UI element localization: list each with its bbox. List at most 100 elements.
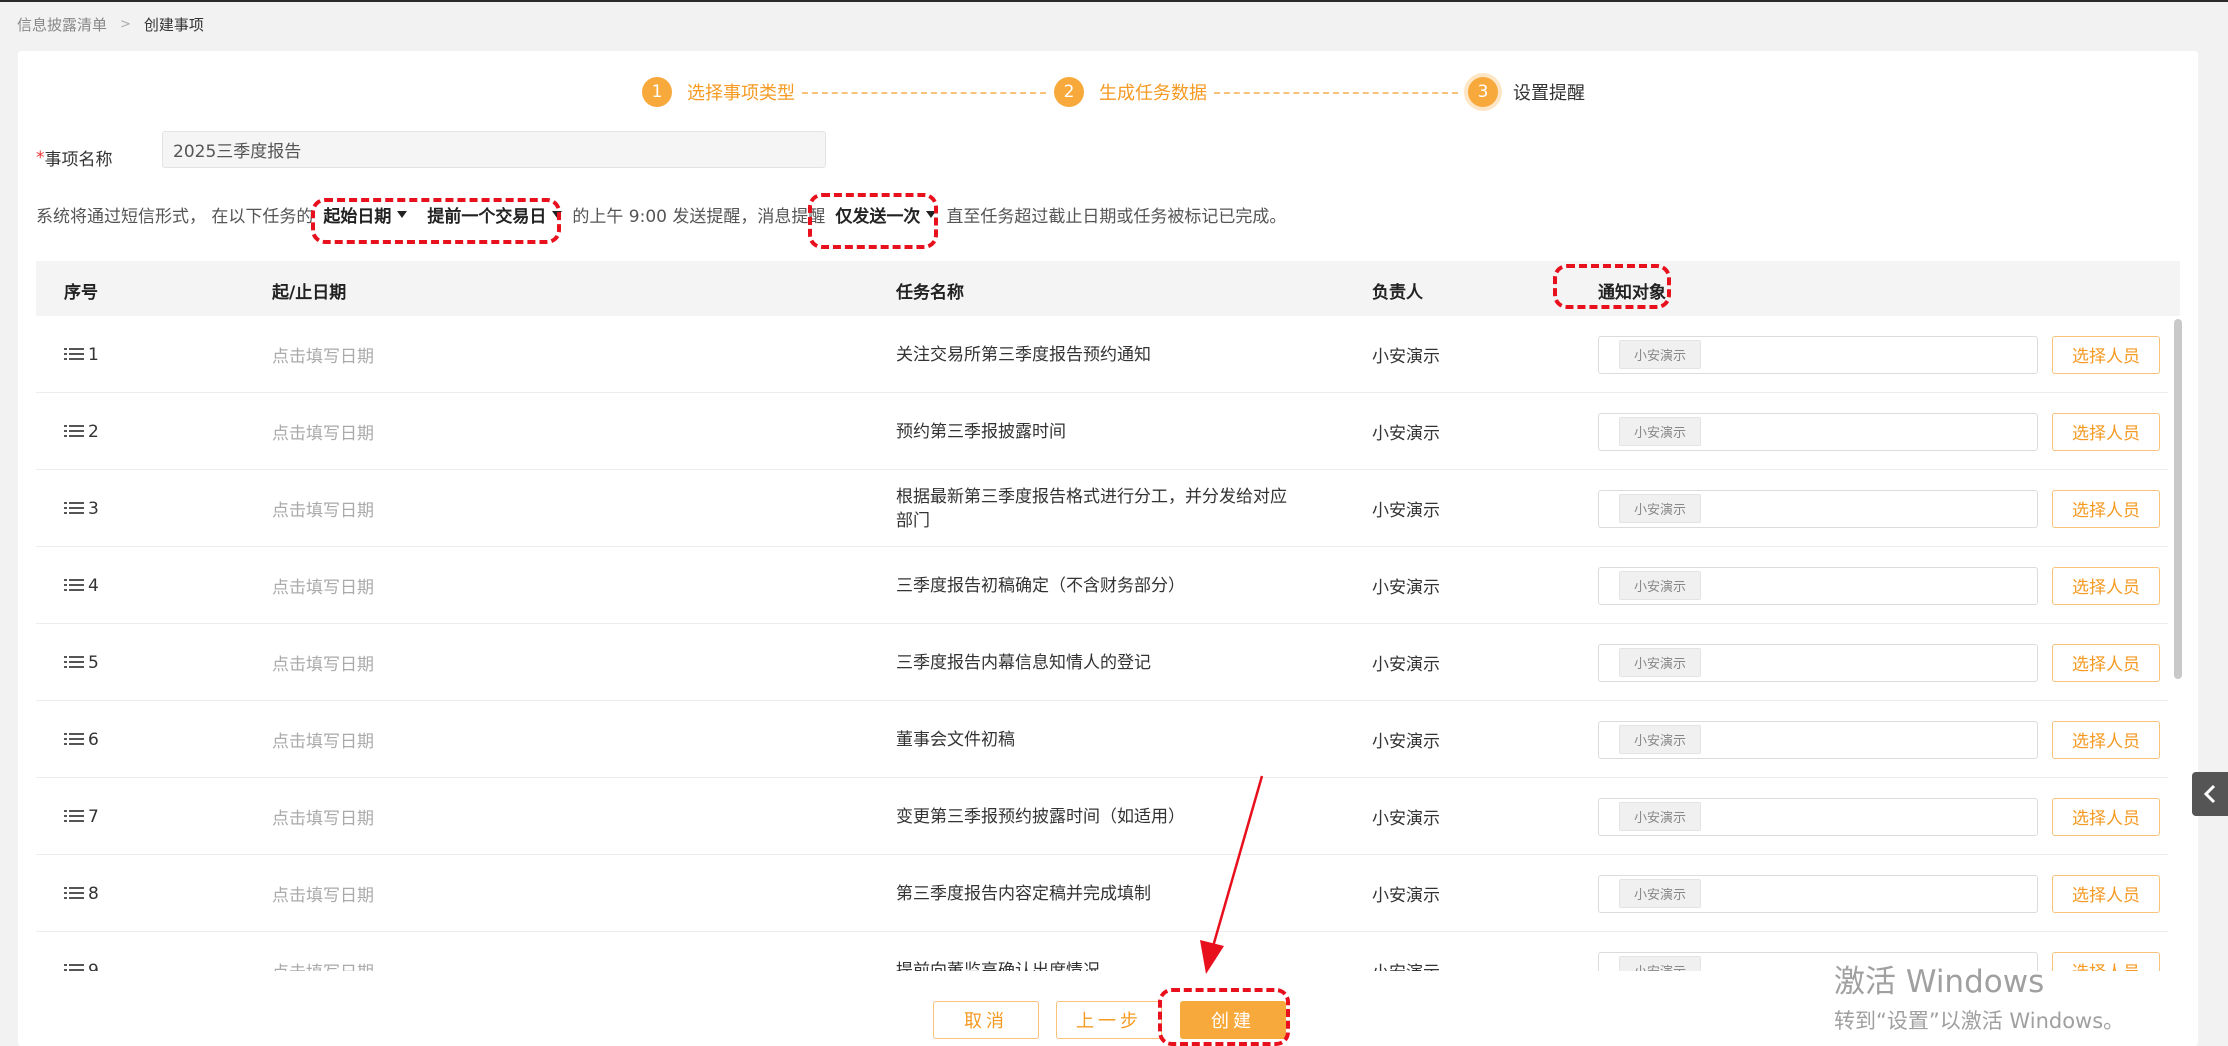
- date-cell[interactable]: 点击填写日期: [272, 778, 374, 855]
- select-person-button[interactable]: 选择人员: [2052, 335, 2160, 374]
- owner-cell: 小安演示: [1372, 501, 1440, 521]
- row-index-value: 4: [88, 575, 99, 596]
- table-row: 1 点击填写日期 关注交易所第三季度报告预约通知 小安演示 小安演示 选择人员: [36, 316, 2168, 393]
- notify-target-field[interactable]: 小安演示: [1598, 797, 2038, 836]
- notify-cell: 小安演示: [1598, 470, 2038, 547]
- step-generate-data: 2 生成任务数据: [1054, 77, 1207, 107]
- row-index: 6: [64, 701, 99, 778]
- date-cell[interactable]: 点击填写日期: [272, 316, 374, 393]
- row-index: 4: [64, 547, 99, 624]
- notify-target-tag: 小安演示: [1619, 879, 1702, 908]
- side-collapse-tab[interactable]: [2192, 772, 2228, 816]
- notify-target-field[interactable]: 小安演示: [1598, 643, 2038, 682]
- notify-target-field[interactable]: 小安演示: [1598, 335, 2038, 374]
- notify-target-tag: 小安演示: [1619, 417, 1702, 446]
- row-index-value: 2: [88, 421, 99, 442]
- drag-handle-icon[interactable]: [64, 656, 84, 669]
- offset-dropdown[interactable]: 提前一个交易日: [427, 202, 563, 227]
- notify-cell: 小安演示: [1598, 393, 2038, 470]
- task-name-cell: 关注交易所第三季度报告预约通知: [896, 344, 1151, 365]
- select-person-button[interactable]: 选择人员: [2052, 566, 2160, 605]
- date-cell[interactable]: 点击填写日期: [272, 701, 374, 778]
- select-person-button[interactable]: 选择人员: [2052, 720, 2160, 759]
- drag-handle-icon[interactable]: [64, 425, 84, 438]
- date-cell[interactable]: 点击填写日期: [272, 470, 374, 547]
- drag-handle-icon[interactable]: [64, 348, 84, 361]
- table-row: 3 点击填写日期 根据最新第三季度报告格式进行分工，并分发给对应部门 小安演示 …: [36, 470, 2168, 547]
- drag-handle-icon[interactable]: [64, 733, 84, 746]
- table-scrollbar[interactable]: [2174, 319, 2182, 679]
- caret-down-icon: [552, 210, 563, 218]
- required-mark: *: [36, 147, 45, 168]
- prev-step-button[interactable]: 上一步: [1056, 1001, 1162, 1039]
- notify-target-tag: 小安演示: [1619, 725, 1702, 754]
- step-label: 生成任务数据: [1099, 83, 1207, 104]
- step-select-type: 1 选择事项类型: [642, 77, 795, 107]
- drag-handle-icon[interactable]: [64, 964, 84, 971]
- notify-target-field[interactable]: 小安演示: [1598, 874, 2038, 913]
- drag-handle-icon[interactable]: [64, 810, 84, 823]
- windows-activation-watermark: 激活 Windows 转到“设置”以激活 Windows。: [1834, 956, 2124, 1035]
- notify-target-tag: 小安演示: [1619, 571, 1702, 600]
- row-index-value: 6: [88, 729, 99, 750]
- start-date-dropdown[interactable]: 起始日期: [323, 202, 408, 227]
- frequency-dropdown[interactable]: 仅发送一次: [835, 202, 937, 227]
- select-person-button[interactable]: 选择人员: [2052, 643, 2160, 682]
- step-number: 3: [1468, 77, 1498, 107]
- task-name-cell: 三季度报告初稿确定（不含财务部分）: [896, 575, 1185, 596]
- notify-target-field[interactable]: 小安演示: [1598, 720, 2038, 759]
- owner-cell: 小安演示: [1372, 578, 1440, 598]
- select-person-button[interactable]: 选择人员: [2052, 797, 2160, 836]
- select-person-button[interactable]: 选择人员: [2052, 874, 2160, 913]
- item-name-row: * 事项名称 2025三季度报告: [36, 131, 826, 170]
- header-index: 序号: [64, 283, 98, 303]
- row-index: 7: [64, 778, 99, 855]
- row-index-value: 8: [88, 883, 99, 904]
- date-cell[interactable]: 点击填写日期: [272, 547, 374, 624]
- owner-cell: 小安演示: [1372, 424, 1440, 444]
- notify-cell: 小安演示: [1598, 316, 2038, 393]
- frequency-value: 仅发送一次: [835, 206, 921, 227]
- step-set-reminder: 3 设置提醒: [1468, 77, 1585, 107]
- step-progress: 1 选择事项类型 2 生成任务数据 3 设置提醒: [18, 77, 2198, 117]
- reminder-sentence: 系统将通过短信形式， 在以下任务的 起始日期 提前一个交易日 的上午 9:00 …: [36, 198, 1286, 230]
- date-cell[interactable]: 点击填写日期: [272, 624, 374, 701]
- row-index: 9: [64, 932, 99, 971]
- breadcrumb-parent-link[interactable]: 信息披露清单: [17, 14, 107, 35]
- notify-target-tag: 小安演示: [1619, 648, 1702, 677]
- task-name-cell: 根据最新第三季度报告格式进行分工，并分发给对应部门: [896, 486, 1287, 531]
- table-row: 7 点击填写日期 变更第三季报预约披露时间（如适用） 小安演示 小安演示 选择人…: [36, 778, 2168, 855]
- cancel-button[interactable]: 取消: [933, 1001, 1039, 1039]
- caret-down-icon: [397, 210, 408, 218]
- date-cell[interactable]: 点击填写日期: [272, 393, 374, 470]
- drag-handle-icon[interactable]: [64, 502, 84, 515]
- drag-handle-icon[interactable]: [64, 579, 84, 592]
- notify-target-field[interactable]: 小安演示: [1598, 566, 2038, 605]
- annotation-arrow-icon: [1200, 775, 1264, 974]
- owner-cell: 小安演示: [1372, 347, 1440, 367]
- notify-target-tag: 小安演示: [1619, 494, 1702, 523]
- header-owner: 负责人: [1372, 283, 1423, 303]
- table-row: 6 点击填写日期 董事会文件初稿 小安演示 小安演示 选择人员: [36, 701, 2168, 778]
- task-name-cell: 三季度报告内幕信息知情人的登记: [896, 652, 1151, 673]
- notify-cell: 小安演示: [1598, 855, 2038, 932]
- notify-target-field[interactable]: 小安演示: [1598, 489, 2038, 528]
- table-row: 5 点击填写日期 三季度报告内幕信息知情人的登记 小安演示 小安演示 选择人员: [36, 624, 2168, 701]
- table-body: 1 点击填写日期 关注交易所第三季度报告预约通知 小安演示 小安演示 选择人员 …: [36, 316, 2168, 971]
- select-person-button[interactable]: 选择人员: [2052, 412, 2160, 451]
- create-button[interactable]: 创建: [1180, 1001, 1286, 1039]
- top-border: [0, 0, 2228, 2]
- date-cell[interactable]: 点击填写日期: [272, 855, 374, 932]
- step-connector: [802, 92, 1046, 94]
- select-person-button[interactable]: 选择人员: [2052, 489, 2160, 528]
- pick-cell: 选择人员: [2052, 855, 2160, 932]
- owner-cell: 小安演示: [1372, 886, 1440, 906]
- drag-handle-icon[interactable]: [64, 887, 84, 900]
- notify-target-field[interactable]: 小安演示: [1598, 412, 2038, 451]
- owner-cell: 小安演示: [1372, 655, 1440, 675]
- notify-cell: 小安演示: [1598, 624, 2038, 701]
- row-index-value: 1: [88, 344, 99, 365]
- date-cell[interactable]: 点击填写日期: [272, 932, 374, 971]
- task-name-cell: 预约第三季报披露时间: [896, 421, 1066, 442]
- item-name-input[interactable]: 2025三季度报告: [162, 131, 826, 168]
